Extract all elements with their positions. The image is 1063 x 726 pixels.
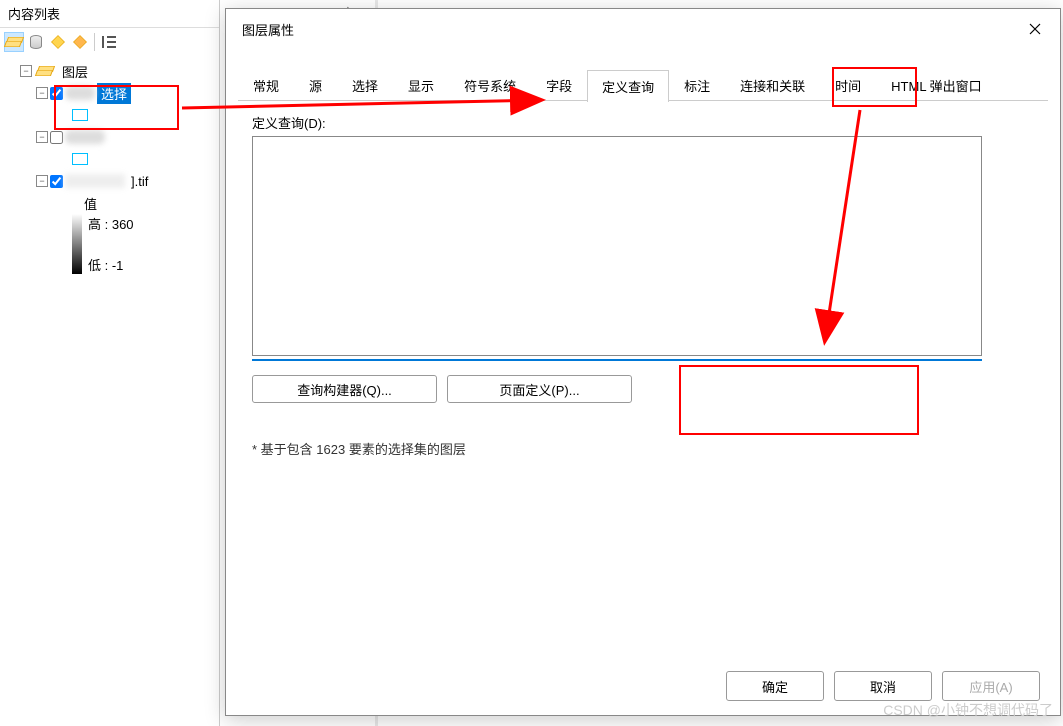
tree-layer-3[interactable]: − ].tif <box>0 170 219 192</box>
toolbar-separator <box>94 33 95 51</box>
raster-gradient <box>72 214 82 274</box>
toc-tool-list-by-visibility[interactable] <box>48 32 68 52</box>
tab-source[interactable]: 源 <box>294 69 337 101</box>
tab-display[interactable]: 显示 <box>393 69 449 101</box>
annotation-box-button <box>679 365 919 435</box>
definition-query-label: 定义查询(D): <box>252 113 1034 132</box>
tab-general[interactable]: 常规 <box>238 69 294 101</box>
dialog-close-button[interactable] <box>1014 13 1056 45</box>
layer-2-blurred <box>65 130 105 144</box>
tab-labels[interactable]: 标注 <box>669 69 725 101</box>
toc-tool-list-by-drawing-order[interactable] <box>4 32 24 52</box>
toc-tool-list-by-selection[interactable] <box>70 32 90 52</box>
layers-group-icon <box>36 64 54 78</box>
tab-joins-relates[interactable]: 连接和关联 <box>725 69 820 101</box>
tab-selection[interactable]: 选择 <box>337 69 393 101</box>
toc-panel: 内容列表 − 图层 − 选择 − <box>0 0 220 726</box>
raster-minmax: 高 : 360 低 : -1 <box>88 214 134 274</box>
ok-button[interactable]: 确定 <box>726 671 824 701</box>
layers-icon <box>5 35 23 49</box>
dialog-titlebar: 图层属性 <box>226 9 1060 49</box>
collapse-icon[interactable]: − <box>20 65 32 77</box>
toc-toolbar <box>0 28 219 56</box>
collapse-icon[interactable]: − <box>36 175 48 187</box>
toc-tool-list-by-source[interactable] <box>26 32 46 52</box>
layer-2-swatch <box>72 153 88 165</box>
tab-strip: 常规 源 选择 显示 符号系统 字段 定义查询 标注 连接和关联 时间 HTML… <box>226 69 1060 101</box>
collapse-icon[interactable]: − <box>36 131 48 143</box>
raster-gradient-row: 高 : 360 低 : -1 <box>0 214 219 274</box>
layer-3-label: ].tif <box>127 173 152 190</box>
tab-fields[interactable]: 字段 <box>531 69 587 101</box>
toc-title: 内容列表 <box>0 0 219 28</box>
tab-symbology[interactable]: 符号系统 <box>449 69 531 101</box>
query-builder-button[interactable]: 查询构建器(Q)... <box>252 375 437 403</box>
collapse-icon[interactable]: − <box>36 87 48 99</box>
database-icon <box>30 35 42 49</box>
tree-root-label: 图层 <box>58 61 92 82</box>
toc-tool-options[interactable] <box>99 32 119 52</box>
tree-root[interactable]: − 图层 <box>0 60 219 82</box>
diamond-icon <box>51 35 65 49</box>
raster-value-label: 值 <box>84 194 97 213</box>
dialog-footer: 确定 取消 应用(A) <box>726 671 1040 701</box>
close-icon <box>1029 23 1041 35</box>
layer-3-blurred <box>65 174 125 188</box>
page-definition-button[interactable]: 页面定义(P)... <box>447 375 632 403</box>
annotation-box-tab <box>832 67 917 107</box>
cancel-button[interactable]: 取消 <box>834 671 932 701</box>
selection-set-note: * 基于包含 1623 要素的选择集的图层 <box>252 439 1034 458</box>
diamond-icon-2 <box>73 35 87 49</box>
dialog-body: 定义查询(D): 查询构建器(Q)... 页面定义(P)... * 基于包含 1… <box>226 101 1060 470</box>
raster-high: 高 : 360 <box>88 214 134 233</box>
list-icon <box>102 36 116 48</box>
raster-low: 低 : -1 <box>88 255 134 274</box>
apply-button[interactable]: 应用(A) <box>942 671 1040 701</box>
dialog-title: 图层属性 <box>242 20 294 39</box>
textarea-focus-line <box>252 359 982 361</box>
annotation-box-layer <box>54 85 179 130</box>
layer-properties-dialog: 图层属性 常规 源 选择 显示 符号系统 字段 定义查询 标注 连接和关联 时间… <box>225 8 1061 716</box>
definition-query-textarea[interactable] <box>252 136 982 356</box>
raster-value-row: 值 <box>0 192 219 214</box>
watermark: CSDN @小钟不想调代码了 <box>883 700 1053 720</box>
layer-3-checkbox[interactable] <box>50 175 63 188</box>
tree-layer-2-swatch-row <box>0 148 219 170</box>
tab-definition-query[interactable]: 定义查询 <box>587 70 669 102</box>
layer-2-checkbox[interactable] <box>50 131 63 144</box>
